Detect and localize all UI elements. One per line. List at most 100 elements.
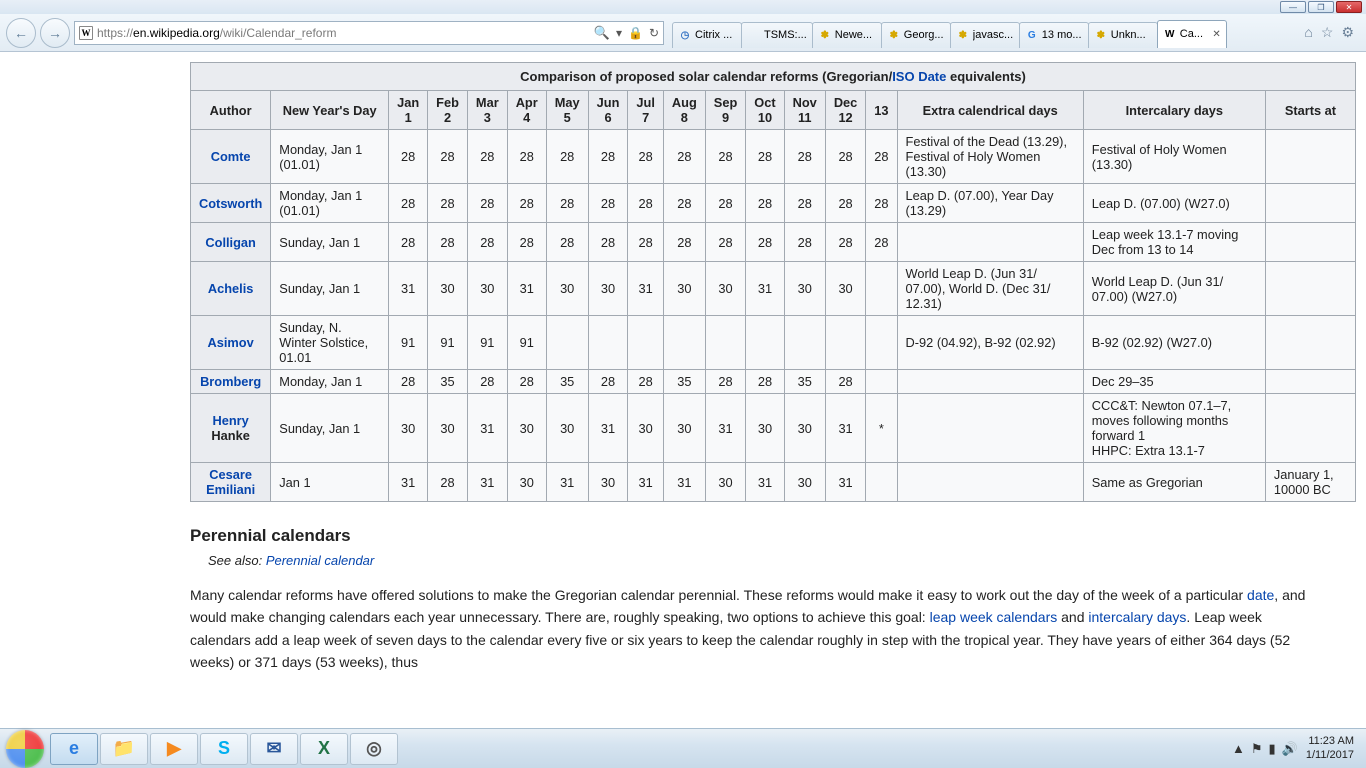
- month-cell: 28: [628, 184, 664, 223]
- refresh-icon[interactable]: ↻: [649, 26, 659, 40]
- author-link[interactable]: Achelis: [208, 281, 254, 296]
- author-link[interactable]: Bromberg: [200, 374, 261, 389]
- tray-flag-icon[interactable]: ⚑: [1251, 741, 1263, 757]
- author-link[interactable]: Cotsworth: [199, 196, 262, 211]
- excel-icon: X: [318, 738, 330, 759]
- month-cell: 28: [467, 370, 507, 394]
- month-cell: 28: [507, 370, 546, 394]
- extra-cell: [897, 463, 1083, 502]
- browser-tab-5[interactable]: G13 mo...: [1019, 22, 1089, 48]
- month-cell: [866, 463, 897, 502]
- leap-week-link[interactable]: leap week calendars: [930, 609, 1058, 625]
- month-cell: 28: [825, 370, 865, 394]
- month-cell: 28: [467, 223, 507, 262]
- forward-button[interactable]: →: [40, 18, 70, 48]
- table-row: HenryHankeSunday, Jan 130303130303130303…: [191, 394, 1356, 463]
- author-link[interactable]: Comte: [211, 149, 251, 164]
- tray-volume-icon[interactable]: 🔊: [1282, 741, 1298, 757]
- browser-tab-7[interactable]: WCa...✕: [1157, 20, 1227, 48]
- starts-cell: January 1, 10000 BC: [1265, 463, 1355, 502]
- author-cell: Bromberg: [191, 370, 271, 394]
- col-month-5: Jun6: [588, 91, 628, 130]
- url-dropdown-icon[interactable]: ▾: [616, 26, 622, 40]
- browser-tab-2[interactable]: ✽Newe...: [812, 22, 882, 48]
- table-caption: Comparison of proposed solar calendar re…: [190, 62, 1356, 90]
- taskbar-app-excel[interactable]: X: [300, 733, 348, 765]
- tray-show-hidden-icon[interactable]: ▲: [1232, 741, 1245, 757]
- tab-close-icon[interactable]: ✕: [1210, 29, 1220, 40]
- month-cell: 30: [663, 394, 705, 463]
- author-link[interactable]: Colligan: [205, 235, 255, 250]
- month-cell: 28: [628, 370, 664, 394]
- col-month-7: Aug8: [663, 91, 705, 130]
- taskbar-app-app[interactable]: ◎: [350, 733, 398, 765]
- tab-label: Ca...: [1180, 28, 1203, 40]
- col-nyd: New Year's Day: [271, 91, 389, 130]
- extra-cell: D-92 (04.92), B-92 (02.92): [897, 316, 1083, 370]
- tab-favicon: ✽: [956, 28, 970, 42]
- date-link[interactable]: date: [1247, 587, 1274, 603]
- taskbar-app-ie[interactable]: e: [50, 733, 98, 765]
- month-cell: [866, 316, 897, 370]
- author-cell: HenryHanke: [191, 394, 271, 463]
- author-link[interactable]: Emiliani: [206, 482, 255, 497]
- explorer-icon: 📁: [113, 738, 135, 759]
- month-cell: [866, 370, 897, 394]
- col-month-1: Feb2: [428, 91, 468, 130]
- month-cell: 31: [746, 262, 784, 316]
- window-close-button[interactable]: ✕: [1336, 1, 1362, 13]
- month-cell: [663, 316, 705, 370]
- taskbar-app-explorer[interactable]: 📁: [100, 733, 148, 765]
- browser-tab-4[interactable]: ✽javasc...: [950, 22, 1020, 48]
- author-link[interactable]: Cesare: [209, 467, 252, 482]
- iso-date-link[interactable]: ISO Date: [892, 69, 946, 84]
- system-clock[interactable]: 11:23 AM 1/11/2017: [1306, 735, 1360, 761]
- tab-favicon: ◷: [678, 28, 692, 42]
- month-cell: [825, 316, 865, 370]
- tray-network-icon[interactable]: ▮: [1269, 741, 1276, 757]
- month-cell: 28: [588, 130, 628, 184]
- month-cell: 30: [507, 394, 546, 463]
- browser-tab-3[interactable]: ✽Georg...: [881, 22, 951, 48]
- intercalary-link[interactable]: intercalary days: [1088, 609, 1186, 625]
- month-cell: [588, 316, 628, 370]
- month-cell: 28: [507, 184, 546, 223]
- author-link[interactable]: Henry: [213, 413, 249, 428]
- author-link[interactable]: Asimov: [208, 335, 254, 350]
- col-month-3: Apr4: [507, 91, 546, 130]
- nyd-cell: Sunday, Jan 1: [271, 394, 389, 463]
- tools-icon[interactable]: ⚙: [1341, 24, 1354, 41]
- tab-favicon: ✽: [818, 28, 832, 42]
- perennial-calendar-link[interactable]: Perennial calendar: [266, 553, 374, 568]
- taskbar: e 📁 ▶S✉ X ◎ ▲ ⚑ ▮ 🔊 11:23 AM 1/11/2017: [0, 728, 1366, 768]
- month-cell: 28: [866, 223, 897, 262]
- window-minimize-button[interactable]: —: [1280, 1, 1306, 13]
- home-icon[interactable]: ⌂: [1304, 24, 1312, 41]
- col-month-12: 13: [866, 91, 897, 130]
- start-button[interactable]: [6, 730, 44, 768]
- address-bar[interactable]: W https://en.wikipedia.org/wiki/Calendar…: [74, 21, 664, 45]
- tab-favicon: G: [1025, 28, 1039, 42]
- browser-tab-1[interactable]: TSMS:...: [741, 22, 813, 48]
- taskbar-app-outlook[interactable]: ✉: [250, 733, 298, 765]
- browser-tab-0[interactable]: ◷Citrix ...: [672, 22, 742, 48]
- comparison-table: Comparison of proposed solar calendar re…: [190, 62, 1356, 502]
- month-cell: 28: [389, 223, 428, 262]
- taskbar-app-wmp[interactable]: ▶: [150, 733, 198, 765]
- month-cell: 28: [546, 130, 588, 184]
- month-cell: 28: [705, 184, 745, 223]
- month-cell: 28: [784, 130, 825, 184]
- col-inter: Intercalary days: [1083, 91, 1265, 130]
- month-cell: 35: [428, 370, 468, 394]
- author-cell: CesareEmiliani: [191, 463, 271, 502]
- back-button[interactable]: ←: [6, 18, 36, 48]
- taskbar-app-skype[interactable]: S: [200, 733, 248, 765]
- tab-favicon: [747, 28, 761, 42]
- browser-tab-6[interactable]: ✽Unkn...: [1088, 22, 1158, 48]
- month-cell: 28: [507, 130, 546, 184]
- month-cell: 31: [389, 463, 428, 502]
- favorites-icon[interactable]: ☆: [1321, 24, 1334, 41]
- page-viewport[interactable]: Comparison of proposed solar calendar re…: [0, 52, 1366, 728]
- window-maximize-button[interactable]: ❐: [1308, 1, 1334, 13]
- search-icon[interactable]: 🔍: [594, 25, 610, 41]
